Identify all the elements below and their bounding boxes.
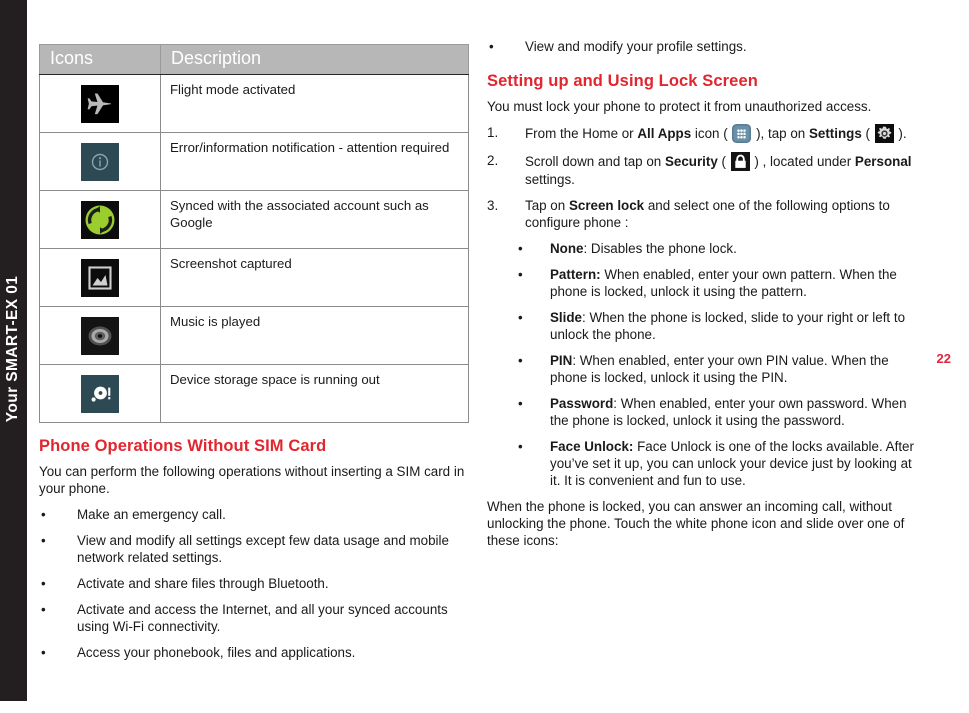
bullet-icon: •	[518, 310, 523, 326]
cell-icon	[39, 132, 161, 191]
step-text: Scroll down and tap on Security ( ) , lo…	[525, 152, 912, 188]
paragraph-lock-closing: When the phone is locked, you can answer…	[487, 499, 905, 549]
list-item: • View and modify your profile settings.	[487, 38, 919, 55]
step-text: From the Home or All Apps icon ( ), tap …	[525, 124, 907, 144]
cell-icon	[39, 190, 161, 249]
bullet-icon: •	[41, 533, 46, 549]
list-item-label: View and modify your profile settings.	[525, 39, 747, 54]
list-item: • Slide: When the phone is locked, slide…	[514, 309, 919, 343]
bullet-icon: •	[518, 353, 523, 369]
music-disc-icon	[81, 316, 119, 355]
bullet-icon: •	[41, 645, 46, 661]
table-header-row: Icons Description	[39, 44, 469, 75]
option-term: Face Unlock:	[550, 439, 634, 455]
list-item: • Password: When enabled, enter your own…	[514, 395, 919, 429]
cell-description: Flight mode activated	[160, 74, 469, 133]
list-item: • Face Unlock: Face Unlock is one of the…	[514, 438, 919, 489]
option-text: : When the phone is locked, slide to you…	[550, 310, 906, 343]
sync-icon	[81, 200, 119, 239]
option-term: Slide	[550, 310, 582, 326]
cell-icon	[39, 364, 161, 423]
profile-settings-list: • View and modify your profile settings.	[487, 38, 919, 55]
option-term: None	[550, 241, 584, 257]
list-item-label: Activate and access the Internet, and al…	[77, 602, 448, 635]
list-item: • Make an emergency call.	[39, 506, 469, 523]
list-item-label: View and modify all settings except few …	[77, 533, 449, 566]
step-text: Tap on Screen lock and select one of the…	[525, 198, 890, 231]
cell-description: Device storage space is running out	[160, 364, 469, 423]
list-item: 2. Scroll down and tap on Security ( ) ,…	[487, 152, 919, 188]
cell-description: Synced with the associated account such …	[160, 190, 469, 249]
option-term: Password	[550, 396, 614, 412]
step-number: 3.	[487, 198, 499, 214]
lock-setup-steps: 1. From the Home or All Apps icon ( ), t…	[487, 124, 919, 231]
table-row: Screenshot captured	[39, 248, 469, 307]
list-item: • PIN: When enabled, enter your own PIN …	[514, 352, 919, 386]
table-row: Device storage space is running out	[39, 364, 469, 423]
bold-term: Personal	[854, 154, 912, 170]
option-text: When enabled, enter your own pattern. Wh…	[550, 267, 897, 300]
header-icons: Icons	[39, 44, 161, 75]
airplane-mode-icon	[81, 84, 119, 123]
all-apps-icon	[732, 124, 752, 144]
lock-options-list: • None: Disables the phone lock. • Patte…	[487, 240, 919, 489]
option-term: Pattern:	[550, 267, 601, 283]
storage-warning-icon	[81, 374, 119, 413]
bullet-icon: •	[41, 576, 46, 592]
list-item-label: Make an emergency call.	[77, 507, 226, 523]
bold-term: Settings	[808, 126, 862, 142]
bullet-icon: •	[518, 267, 523, 283]
right-column: • View and modify your profile settings.…	[487, 0, 919, 558]
section-heading-lock-screen: Setting up and Using Lock Screen	[487, 72, 758, 91]
info-notification-icon	[81, 142, 119, 181]
sim-operations-list: • Make an emergency call. • View and mod…	[39, 506, 469, 661]
list-item: • Pattern: When enabled, enter your own …	[514, 266, 919, 300]
cell-description: Screenshot captured	[160, 248, 469, 307]
lock-icon	[730, 152, 750, 172]
list-item-label: Access your phonebook, files and applica…	[77, 645, 356, 661]
list-item: • View and modify all settings except fe…	[39, 532, 469, 566]
table-row: Error/information notification - attenti…	[39, 132, 469, 191]
bullet-icon: •	[489, 39, 494, 54]
page-number: 22	[936, 351, 951, 366]
option-text: : When enabled, enter your own PIN value…	[550, 353, 889, 386]
cell-icon	[39, 306, 161, 365]
list-item: 3. Tap on Screen lock and select one of …	[487, 197, 919, 231]
bold-term: Screen lock	[568, 198, 645, 214]
bullet-icon: •	[518, 439, 523, 455]
list-item: 1. From the Home or All Apps icon ( ), t…	[487, 124, 919, 144]
paragraph-sim-intro: You can perform the following operations…	[39, 464, 465, 497]
cell-description: Error/information notification - attenti…	[160, 132, 469, 191]
header-description: Description	[160, 44, 469, 75]
settings-gear-icon	[874, 124, 894, 144]
table-row: Synced with the associated account such …	[39, 190, 469, 249]
bold-term: All Apps	[637, 126, 692, 142]
list-item: • Activate and access the Internet, and …	[39, 601, 469, 635]
paragraph-lock-intro: You must lock your phone to protect it f…	[487, 99, 872, 115]
option-term: PIN	[550, 353, 573, 369]
table-row: Music is played	[39, 306, 469, 365]
section-heading-phone-operations: Phone Operations Without SIM Card	[39, 437, 327, 455]
bold-term: Security	[664, 154, 718, 170]
bullet-icon: •	[41, 602, 46, 618]
cell-icon	[39, 248, 161, 307]
page-spine: Your SMART-EX 01	[0, 0, 27, 701]
list-item: • Access your phonebook, files and appli…	[39, 644, 469, 661]
step-number: 1.	[487, 125, 499, 141]
list-item: • None: Disables the phone lock.	[514, 240, 919, 257]
list-item-label: Activate and share files through Bluetoo…	[77, 576, 329, 592]
bullet-icon: •	[41, 507, 46, 523]
cell-icon	[39, 74, 161, 133]
table-row: Flight mode activated	[39, 74, 469, 133]
option-text: : Disables the phone lock.	[583, 241, 737, 257]
bullet-icon: •	[518, 396, 523, 412]
step-number: 2.	[487, 153, 499, 169]
spine-label: Your SMART-EX 01	[4, 275, 21, 423]
status-icon-table: Icons Description Flight mode activated	[39, 44, 469, 423]
cell-description: Music is played	[160, 306, 469, 365]
list-item: • Activate and share files through Bluet…	[39, 575, 469, 592]
left-column: Icons Description Flight mode activated	[39, 0, 469, 670]
screenshot-icon	[81, 258, 119, 297]
bullet-icon: •	[518, 241, 523, 257]
